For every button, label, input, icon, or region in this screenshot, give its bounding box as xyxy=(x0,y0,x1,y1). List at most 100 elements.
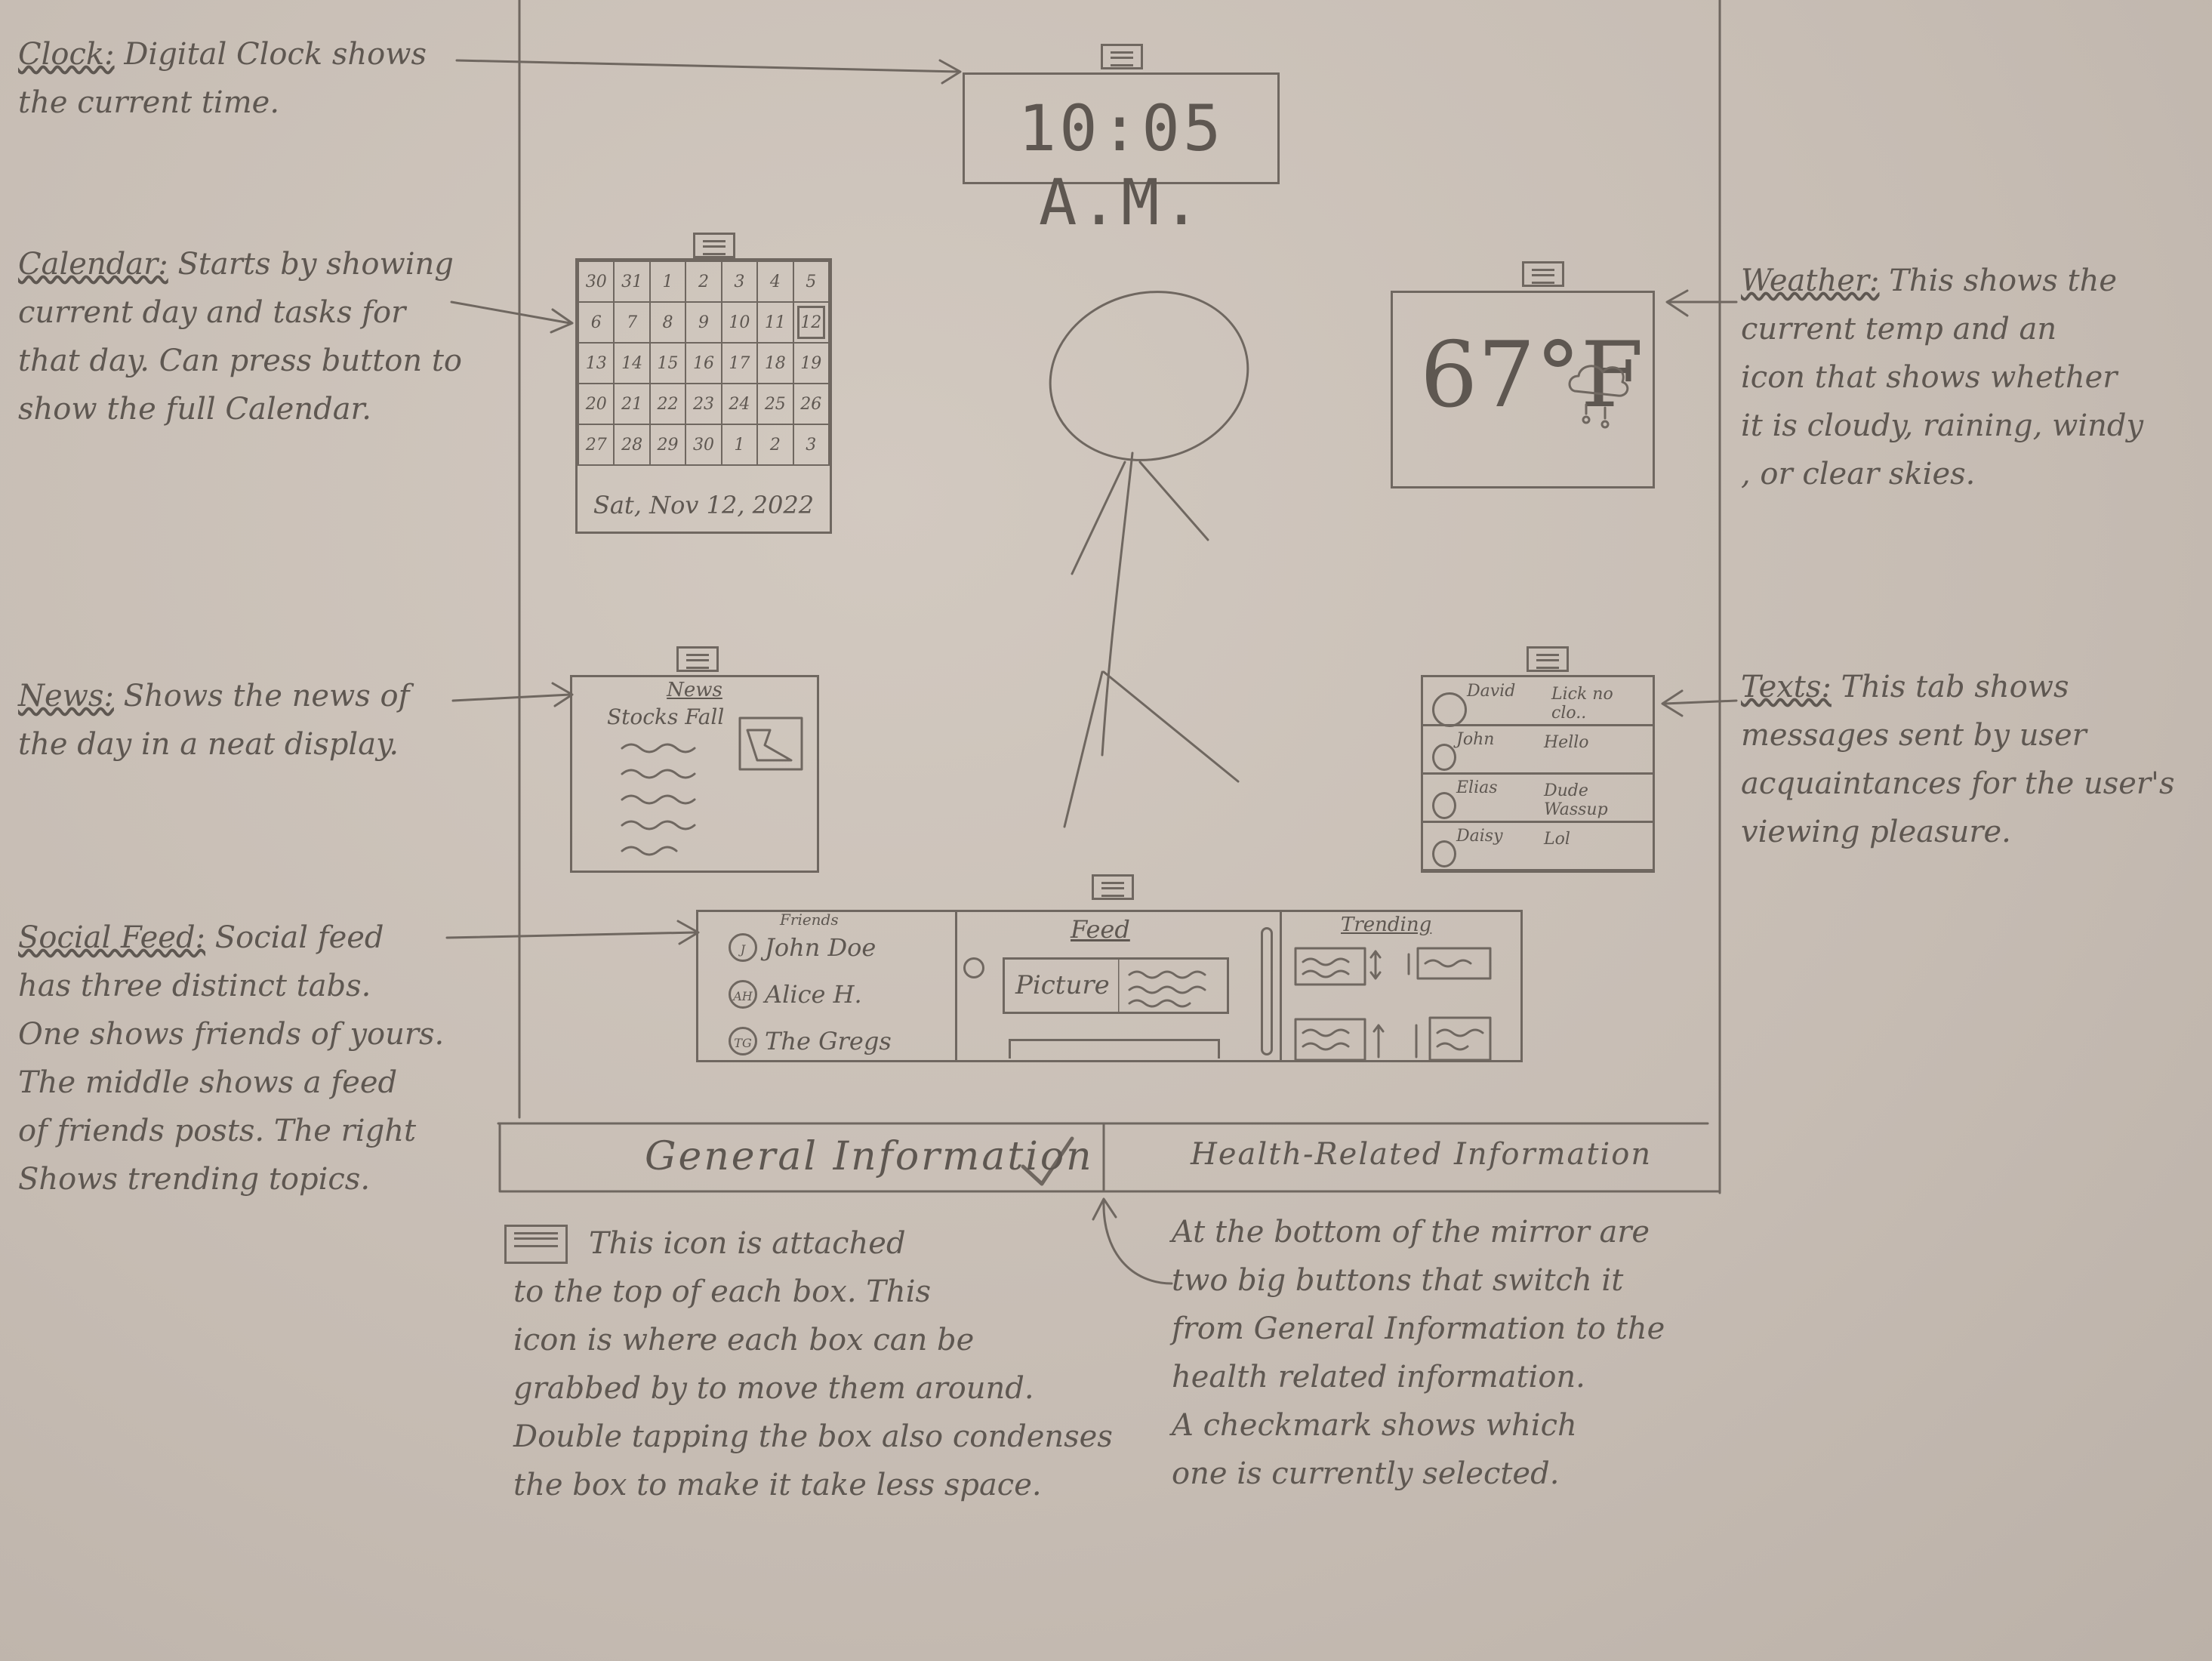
friend-item[interactable]: AH Alice H. xyxy=(729,977,947,1013)
cloud-rain-icon xyxy=(1568,365,1629,429)
news-lines xyxy=(621,716,803,856)
weather-widget[interactable]: 67°F xyxy=(1391,291,1655,488)
feed-next-post[interactable] xyxy=(1009,1039,1220,1059)
weather-note-title: Weather: xyxy=(1741,263,1880,298)
social-feed-widget[interactable]: Friends J John Doe AH Alice H. TG The Gregs F… xyxy=(696,910,1523,1062)
avatar xyxy=(1432,744,1456,771)
social-note: Social Feed: Social feed has three disti… xyxy=(18,914,471,1203)
feed-tab[interactable]: Feed Picture xyxy=(957,912,1282,1060)
calendar-day[interactable]: 20 xyxy=(577,383,615,425)
message-text: Hello xyxy=(1544,733,1589,752)
health-information-label: Health-Related Information xyxy=(1191,1137,1653,1172)
message-row[interactable]: David Lick no clo.. xyxy=(1423,677,1653,727)
message-row[interactable]: Daisy Lol xyxy=(1423,822,1653,871)
calendar-day[interactable]: 30 xyxy=(685,424,722,466)
message-row[interactable]: Elias Dude Wassup xyxy=(1423,774,1653,823)
calendar-day[interactable]: 3 xyxy=(720,260,759,303)
calendar-day[interactable]: 26 xyxy=(792,383,830,425)
calendar-day[interactable]: 14 xyxy=(613,342,651,384)
calendar-note: Calendar: Starts by showing current day … xyxy=(18,240,471,433)
general-information-button[interactable]: General Information xyxy=(501,1126,1102,1190)
image-icon xyxy=(738,716,803,771)
message-sender: John xyxy=(1456,730,1495,749)
clock-note: Clock: Digital Clock shows the current t… xyxy=(18,30,471,127)
friends-tab[interactable]: Friends J John Doe AH Alice H. TG The Gregs xyxy=(698,911,957,1060)
avatar xyxy=(1432,840,1456,867)
friend-name: John Doe xyxy=(765,933,876,962)
calendar-grab-icon[interactable] xyxy=(693,233,735,258)
calendar-note-title: Calendar: xyxy=(18,247,168,282)
calendar-day[interactable]: 15 xyxy=(649,342,687,384)
calendar-day[interactable]: 17 xyxy=(720,342,759,384)
weather-note: Weather: This shows the current temp and… xyxy=(1741,257,2194,498)
weather-arrow xyxy=(1665,289,1738,317)
feed-tab-label: Feed xyxy=(1071,915,1130,944)
avatar xyxy=(1432,692,1467,727)
friend-name: The Gregs xyxy=(765,1027,892,1055)
texts-grab-icon[interactable] xyxy=(1527,646,1569,672)
message-sender: Elias xyxy=(1456,778,1498,797)
trending-tab[interactable]: Trending xyxy=(1282,912,1520,1060)
calendar-date: Sat, Nov 12, 2022 xyxy=(593,491,815,519)
calendar-day[interactable]: 3 xyxy=(792,424,830,466)
calendar-day[interactable]: 10 xyxy=(720,301,759,344)
calendar-day[interactable]: 9 xyxy=(685,301,722,344)
clock-grab-icon[interactable] xyxy=(1101,44,1143,69)
calendar-day[interactable]: 28 xyxy=(613,424,651,466)
friend-item[interactable]: J John Doe xyxy=(729,930,947,966)
friend-avatar: TG xyxy=(729,1027,757,1055)
calendar-day[interactable]: 24 xyxy=(720,383,759,425)
calendar-day[interactable]: 30 xyxy=(577,260,615,303)
calendar-day[interactable]: 13 xyxy=(577,342,615,384)
feed-avatar xyxy=(963,957,984,978)
calendar-day[interactable]: 27 xyxy=(577,424,615,466)
feed-post[interactable]: Picture xyxy=(1003,957,1229,1014)
trending-topics xyxy=(1294,947,1492,1060)
grab-icon-note: This icon is attached to the top of each… xyxy=(513,1226,1113,1502)
message-text: Lol xyxy=(1544,830,1570,849)
texts-widget[interactable]: David Lick no clo.. John Hello Elias Dude Was… xyxy=(1421,675,1655,873)
calendar-day[interactable]: 6 xyxy=(577,301,615,344)
message-sender: Daisy xyxy=(1456,827,1503,846)
clock-widget[interactable]: 10:05 A.M. xyxy=(963,72,1280,239)
calendar-day[interactable]: 1 xyxy=(649,260,687,303)
news-grab-icon[interactable] xyxy=(676,646,719,672)
message-text: Dude Wassup xyxy=(1544,781,1608,819)
calendar-day[interactable]: 19 xyxy=(792,342,830,384)
calendar-day[interactable]: 25 xyxy=(756,383,794,425)
friend-item[interactable]: TG The Gregs xyxy=(729,1024,947,1060)
clock-arrow xyxy=(455,59,962,85)
calendar-week-row: 13 14 15 16 17 18 19 xyxy=(577,342,830,384)
social-grab-icon[interactable] xyxy=(1092,874,1134,900)
calendar-day[interactable]: 23 xyxy=(685,383,722,425)
clock-note-title: Clock: xyxy=(18,37,115,72)
calendar-week-row: 20 21 22 23 24 25 26 xyxy=(577,383,830,425)
calendar-widget[interactable]: 30 31 1 2 3 4 5 6 7 8 9 10 11 12 13 14 15 16 17 18 19 20 21 22 2… xyxy=(575,258,832,534)
calendar-day[interactable]: 22 xyxy=(649,383,687,425)
clock-time: 10:05 A.M. xyxy=(1018,91,1225,239)
message-row[interactable]: John Hello xyxy=(1423,726,1653,775)
calendar-day[interactable]: 18 xyxy=(756,342,794,384)
calendar-day[interactable]: 4 xyxy=(756,260,794,303)
texts-note-title: Texts: xyxy=(1741,670,1832,704)
calendar-day[interactable]: 1 xyxy=(720,424,759,466)
weather-grab-icon[interactable] xyxy=(1522,261,1564,287)
calendar-day[interactable]: 2 xyxy=(756,424,794,466)
calendar-day[interactable]: 8 xyxy=(649,301,687,344)
calendar-day[interactable]: 29 xyxy=(649,424,687,466)
feed-scrollbar[interactable] xyxy=(1261,927,1273,1055)
calendar-day[interactable]: 12 xyxy=(792,301,830,344)
calendar-day[interactable]: 5 xyxy=(792,260,830,303)
calendar-day[interactable]: 11 xyxy=(756,301,794,344)
calendar-day[interactable]: 2 xyxy=(685,260,722,303)
figure-head xyxy=(1049,291,1249,461)
health-information-button[interactable]: Health-Related Information xyxy=(1106,1126,1718,1190)
calendar-day[interactable]: 16 xyxy=(685,342,722,384)
news-note-title: News: xyxy=(18,679,114,713)
calendar-day[interactable]: 7 xyxy=(613,301,651,344)
social-note-text: Social feed has three distinct tabs. One… xyxy=(18,920,445,1197)
friends-tab-label: Friends xyxy=(780,911,839,929)
calendar-day[interactable]: 31 xyxy=(613,260,651,303)
calendar-day[interactable]: 21 xyxy=(613,383,651,425)
news-widget[interactable]: News Stocks Fall xyxy=(570,675,819,873)
